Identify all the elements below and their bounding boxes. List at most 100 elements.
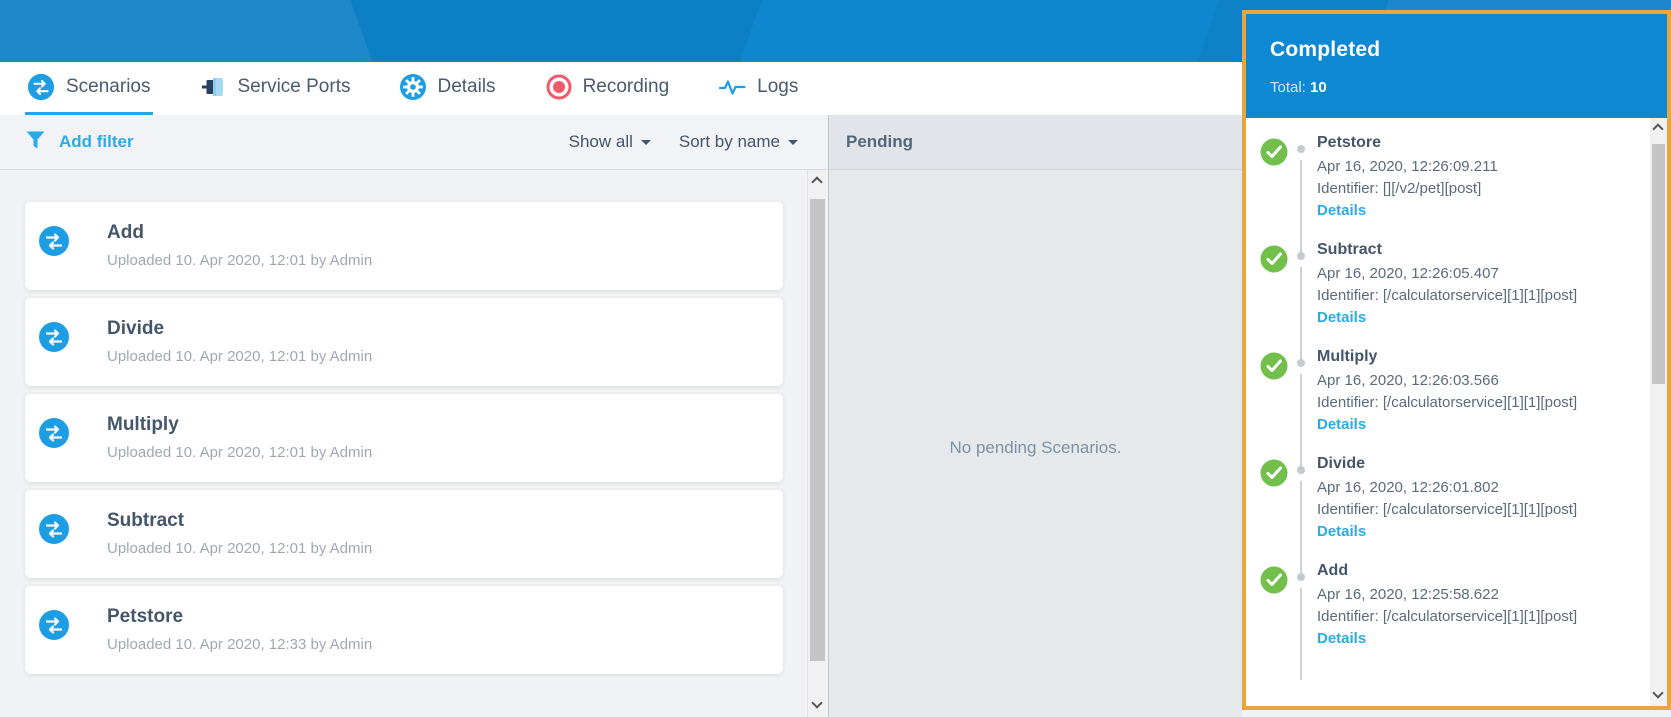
show-all-label: Show all <box>568 132 633 151</box>
timeline-line <box>1300 267 1302 359</box>
pending-column: Pending No pending Scenarios. <box>828 115 1242 717</box>
sort-by-label: Sort by name <box>678 132 780 151</box>
scenario-subtitle: Uploaded 10. Apr 2020, 12:33 by Admin <box>107 636 373 653</box>
sort-by-dropdown[interactable]: Sort by name <box>679 132 798 152</box>
timeline-line <box>1300 374 1302 466</box>
tab-label: Details <box>437 76 496 97</box>
completed-item-timestamp: Apr 16, 2020, 12:25:58.622 <box>1317 586 1499 603</box>
waveform-icon <box>719 79 746 96</box>
swap-icon <box>39 418 69 453</box>
completed-item-title: Add <box>1317 562 1349 579</box>
swap-icon <box>39 610 69 645</box>
scenario-subtitle: Uploaded 10. Apr 2020, 12:01 by Admin <box>107 540 373 557</box>
check-circle-icon <box>1260 138 1288 171</box>
scroll-up-icon[interactable] <box>811 176 823 188</box>
completed-title: Completed <box>1270 38 1381 61</box>
timeline-dot <box>1297 145 1305 153</box>
show-all-dropdown[interactable]: Show all <box>569 132 651 152</box>
scenario-list: Add Uploaded 10. Apr 2020, 12:01 by Admi… <box>0 170 807 717</box>
chevron-down-icon <box>640 140 651 150</box>
scenario-title: Subtract <box>107 510 185 531</box>
scenario-list-scrollbar[interactable] <box>807 170 827 717</box>
completed-item: Add Apr 16, 2020, 12:25:58.622 Identifie… <box>1246 562 1643 680</box>
check-circle-icon <box>1260 352 1288 385</box>
scenario-card[interactable]: Petstore Uploaded 10. Apr 2020, 12:33 by… <box>25 586 783 674</box>
scenario-subtitle: Uploaded 10. Apr 2020, 12:01 by Admin <box>107 348 373 365</box>
filter-controls: Show all Sort by name <box>569 132 798 152</box>
funnel-icon <box>25 129 46 156</box>
pending-empty-message: No pending Scenarios. <box>949 438 1122 457</box>
check-circle-icon <box>1260 245 1288 278</box>
completed-item-title: Divide <box>1317 455 1366 472</box>
scrollbar-thumb[interactable] <box>810 199 825 661</box>
scroll-down-icon[interactable] <box>811 697 823 709</box>
details-link[interactable]: Details <box>1317 630 1366 647</box>
filter-bar: Add filter Show all Sort by name <box>0 115 828 170</box>
timeline-line <box>1300 160 1302 252</box>
scenario-title: Add <box>107 222 144 243</box>
details-link[interactable]: Details <box>1317 202 1366 219</box>
completed-scrollbar[interactable] <box>1650 118 1667 706</box>
completed-panel: Completed Total: 10 Petstore Apr 16, 202… <box>1242 10 1671 710</box>
completed-item-identifier: Identifier: [][/v2/pet][post] <box>1317 180 1482 197</box>
app-window: Scenarios Service Ports Details Recordin… <box>0 0 1671 717</box>
check-circle-icon <box>1260 566 1288 599</box>
tab-label: Logs <box>757 76 799 97</box>
details-link[interactable]: Details <box>1317 523 1366 540</box>
completed-item: Divide Apr 16, 2020, 12:26:01.802 Identi… <box>1246 455 1643 573</box>
completed-item-identifier: Identifier: [/calculatorservice][1][1][p… <box>1317 287 1578 304</box>
scroll-down-icon[interactable] <box>1652 687 1664 699</box>
swap-icon <box>39 322 69 357</box>
completed-item-timestamp: Apr 16, 2020, 12:26:03.566 <box>1317 372 1499 389</box>
port-icon <box>201 74 227 100</box>
timeline-line <box>1300 588 1302 680</box>
tab-recording[interactable]: Recording <box>544 62 672 115</box>
completed-item-title: Subtract <box>1317 241 1382 258</box>
add-filter-button[interactable]: Add filter <box>25 129 134 156</box>
scenario-card[interactable]: Divide Uploaded 10. Apr 2020, 12:01 by A… <box>25 298 783 386</box>
details-link[interactable]: Details <box>1317 309 1366 326</box>
swap-icon <box>27 73 55 101</box>
completed-item: Petstore Apr 16, 2020, 12:26:09.211 Iden… <box>1246 134 1643 252</box>
pending-title: Pending <box>846 132 914 151</box>
completed-item-timestamp: Apr 16, 2020, 12:26:05.407 <box>1317 265 1499 282</box>
details-link[interactable]: Details <box>1317 416 1366 433</box>
completed-item-identifier: Identifier: [/calculatorservice][1][1][p… <box>1317 608 1578 625</box>
timeline-dot <box>1297 466 1305 474</box>
timeline-dot <box>1297 252 1305 260</box>
pending-body: No pending Scenarios. <box>829 170 1242 717</box>
completed-total-label: Total: <box>1270 79 1306 96</box>
scenario-subtitle: Uploaded 10. Apr 2020, 12:01 by Admin <box>107 252 373 269</box>
scenario-title: Multiply <box>107 414 179 435</box>
tab-service-ports[interactable]: Service Ports <box>199 62 353 115</box>
scenario-title: Petstore <box>107 606 184 627</box>
scenario-card[interactable]: Subtract Uploaded 10. Apr 2020, 12:01 by… <box>25 490 783 578</box>
completed-header: Completed Total: 10 <box>1246 14 1667 118</box>
completed-list: Petstore Apr 16, 2020, 12:26:09.211 Iden… <box>1246 118 1667 706</box>
completed-total: Total: 10 <box>1270 79 1667 96</box>
completed-item-title: Multiply <box>1317 348 1378 365</box>
tab-logs[interactable]: Logs <box>717 62 800 115</box>
scenario-subtitle: Uploaded 10. Apr 2020, 12:01 by Admin <box>107 444 373 461</box>
completed-item-title: Petstore <box>1317 134 1382 151</box>
scroll-up-icon[interactable] <box>1652 123 1664 135</box>
timeline-dot <box>1297 573 1305 581</box>
scrollbar-thumb[interactable] <box>1652 144 1665 384</box>
scenario-card[interactable]: Add Uploaded 10. Apr 2020, 12:01 by Admi… <box>25 202 783 290</box>
scenario-card[interactable]: Multiply Uploaded 10. Apr 2020, 12:01 by… <box>25 394 783 482</box>
add-filter-label: Add filter <box>59 132 134 151</box>
timeline-dot <box>1297 359 1305 367</box>
scenario-title: Divide <box>107 318 165 339</box>
timeline-line <box>1300 481 1302 573</box>
tab-details[interactable]: Details <box>398 62 497 115</box>
gear-icon <box>400 74 427 100</box>
completed-item-timestamp: Apr 16, 2020, 12:26:01.802 <box>1317 479 1499 496</box>
completed-item-identifier: Identifier: [/calculatorservice][1][1][p… <box>1317 501 1578 518</box>
completed-total-value: 10 <box>1310 79 1327 96</box>
tab-scenarios[interactable]: Scenarios <box>25 62 153 115</box>
tab-label: Service Ports <box>237 76 351 97</box>
completed-item-timestamp: Apr 16, 2020, 12:26:09.211 <box>1317 158 1498 175</box>
check-circle-icon <box>1260 459 1288 492</box>
chevron-down-icon <box>788 140 798 150</box>
record-icon <box>546 74 572 100</box>
